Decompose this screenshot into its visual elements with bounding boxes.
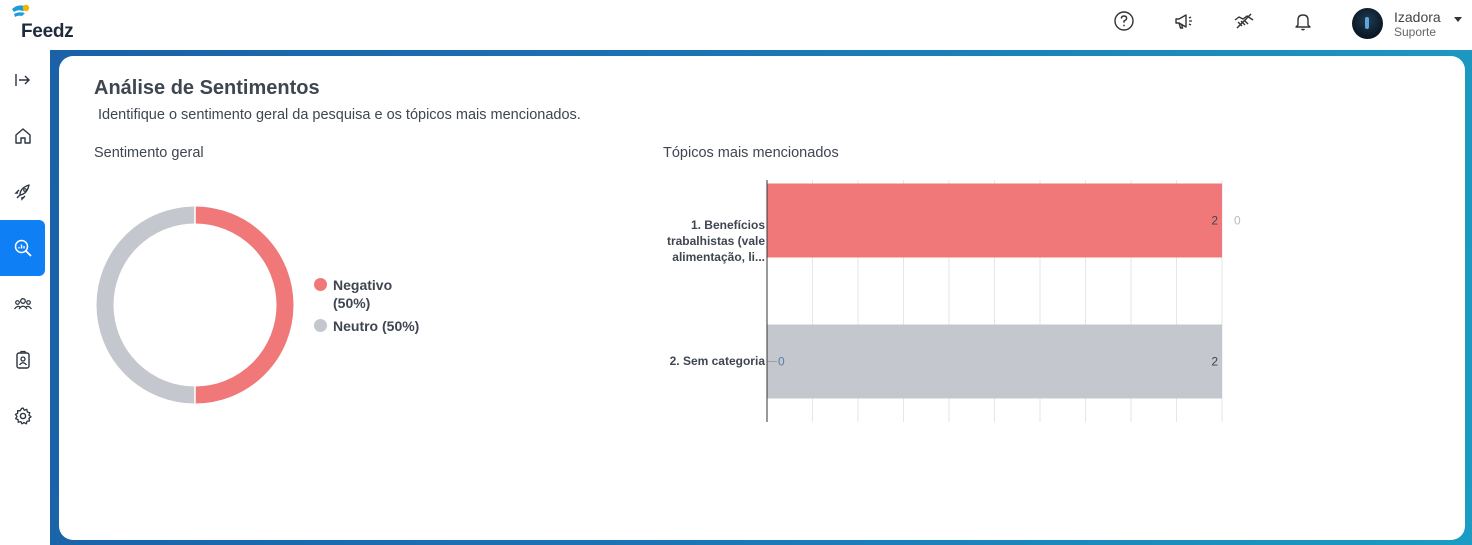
sentiment-donut-chart: [96, 206, 294, 404]
bar-1-value-label-2: 0: [1234, 214, 1241, 228]
sidebar-item-expand[interactable]: [0, 52, 45, 108]
donut-slice-neutro[interactable]: [96, 206, 196, 404]
gear-icon: [14, 407, 32, 425]
rocket-icon: [13, 184, 30, 201]
legend-dot-neutro: [314, 319, 327, 332]
legend-dot-negativo: [314, 278, 327, 291]
donut-slice-negativo[interactable]: [194, 206, 294, 404]
bar-category-label-1: 1. Benefícios trabalhistas (vale aliment…: [666, 218, 765, 264]
brand-name: Feedz: [21, 21, 74, 42]
user-role: Suporte: [1394, 25, 1437, 39]
feedz-logo[interactable]: Feedz: [9, 4, 79, 44]
people-icon: [13, 298, 32, 310]
legend-item-neutro[interactable]: Neutro (50%): [314, 317, 453, 335]
megaphone-icon[interactable]: [1173, 10, 1195, 32]
expand-sidebar-icon: [14, 74, 30, 86]
topics-section-label: Tópicos mais mencionados: [663, 145, 839, 161]
help-circle-icon[interactable]: [1113, 10, 1135, 32]
page-subtitle: Identifique o sentimento geral da pesqui…: [98, 107, 581, 123]
sidebar-item-analytics[interactable]: [0, 220, 45, 276]
home-icon: [14, 128, 31, 144]
bar-1-segment-1[interactable]: [767, 183, 1222, 258]
sidebar-item-people[interactable]: [0, 276, 45, 332]
sentiment-section-label: Sentimento geral: [94, 145, 204, 161]
sidebar: [0, 50, 50, 545]
sidebar-item-badge[interactable]: [0, 332, 45, 388]
user-name[interactable]: Izadora: [1394, 9, 1441, 25]
bar-2-segment-2[interactable]: [767, 324, 1222, 399]
page-title: Análise de Sentimentos: [94, 77, 320, 99]
bar-2-value-label-1: 0: [778, 355, 785, 369]
legend-item-negativo[interactable]: Negativo (50%): [314, 276, 423, 312]
bar-category-label-2: 2. Sem categoria: [669, 354, 765, 368]
handshake-icon[interactable]: [1233, 10, 1255, 32]
legend-label-negativo: Negativo (50%): [333, 277, 393, 311]
analytics-search-icon: [14, 239, 32, 257]
badge-icon: [15, 350, 30, 369]
sidebar-item-rocket[interactable]: [0, 164, 45, 220]
sidebar-item-home[interactable]: [0, 108, 45, 164]
bell-icon[interactable]: [1292, 10, 1314, 32]
avatar[interactable]: [1352, 8, 1383, 39]
bar-1-value-label-1: 2: [1211, 214, 1218, 228]
legend-label-neutro: Neutro (50%): [333, 318, 420, 334]
chevron-down-icon[interactable]: [1454, 17, 1462, 22]
bar-2-value-label-2: 2: [1211, 355, 1218, 369]
top-bar: Feedz Izadora Suporte: [0, 0, 1472, 50]
sidebar-item-settings[interactable]: [0, 388, 45, 444]
topics-bar-chart: 2 0 0 2 1. Benefícios trabalhistas (vale al…: [660, 180, 1260, 425]
